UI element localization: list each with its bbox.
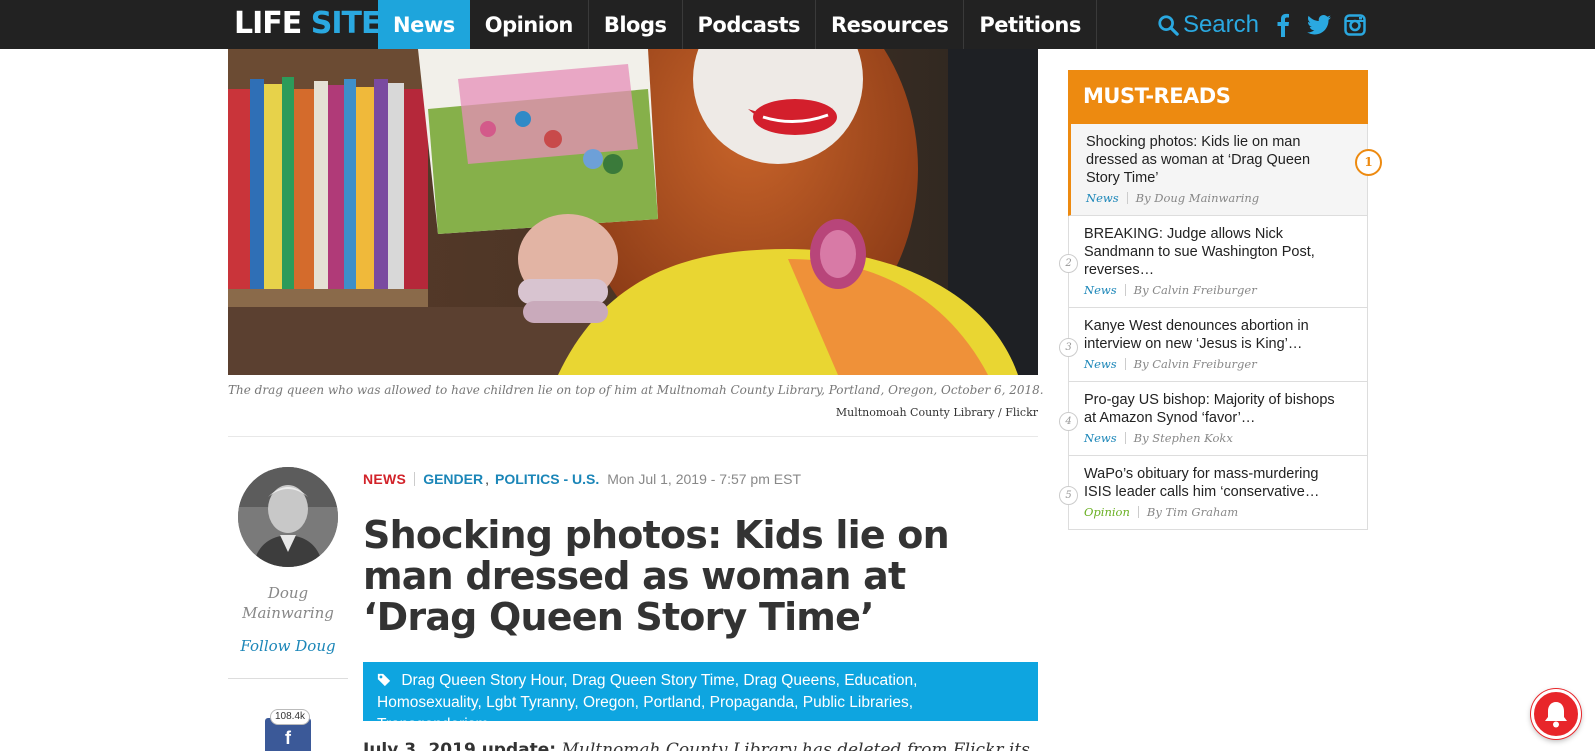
author-name[interactable]: Doug Mainwaring <box>228 583 348 623</box>
search-icon <box>1158 14 1179 36</box>
meta-separator <box>1137 506 1139 518</box>
tag-item[interactable]: Drag Queens <box>743 672 835 689</box>
category-politics[interactable]: POLITICS - U.S. <box>495 471 599 487</box>
must-read-category[interactable]: News <box>1084 357 1117 371</box>
divider <box>228 436 1038 437</box>
must-read-title: Shocking photos: Kids lie on man dressed… <box>1086 134 1311 186</box>
search-label: Search <box>1182 10 1259 38</box>
facebook-share-button[interactable]: 108.4k f <box>265 709 311 751</box>
must-read-meta: News By Stephen Kokx <box>1084 431 1353 445</box>
meta-separator <box>1124 284 1126 296</box>
must-read-category[interactable]: Opinion <box>1084 505 1130 519</box>
tag-item[interactable]: Education <box>844 672 913 689</box>
tag-item[interactable]: Propaganda <box>710 694 794 711</box>
must-read-number: 3 <box>1059 338 1078 357</box>
instagram-icon[interactable] <box>1343 12 1367 38</box>
tag-item[interactable]: Drag Queen Story Hour <box>401 672 563 689</box>
tag-item[interactable]: Oregon <box>583 694 635 711</box>
must-reads-panel: MUST-READS Shocking photos: Kids lie on … <box>1059 70 1382 530</box>
facebook-icon[interactable] <box>1271 12 1295 38</box>
update-text: Multnomah County Library has deleted fro… <box>561 740 1030 751</box>
publish-date: Mon Jul 1, 2019 - 7:57 pm EST <box>607 471 801 487</box>
tag-item[interactable]: Transgenderism <box>377 716 488 733</box>
tag-item[interactable]: Drag Queen Story Time <box>572 672 735 689</box>
must-read-title: WaPo’s obituary for mass-murdering ISIS … <box>1084 466 1320 500</box>
update-lead: July 3, 2019 update: <box>363 740 557 751</box>
author-avatar[interactable] <box>238 467 338 567</box>
must-read-meta: Opinion By Tim Graham <box>1084 505 1353 519</box>
hero-photo <box>228 49 1038 375</box>
author-last-name: Mainwaring <box>242 604 334 622</box>
must-read-title: BREAKING: Judge allows Nick Sandmann to … <box>1084 226 1315 278</box>
bell-icon <box>1545 702 1567 728</box>
meta-separator <box>1126 192 1128 204</box>
tag-item[interactable]: Public Libraries <box>803 694 909 711</box>
must-reads-heading: MUST-READS <box>1068 70 1368 124</box>
twitter-icon[interactable] <box>1307 12 1331 38</box>
must-read-category[interactable]: News <box>1084 431 1117 445</box>
must-read-author: By Stephen Kokx <box>1133 431 1233 445</box>
follow-author-link[interactable]: Follow Doug <box>228 637 348 655</box>
nav-item-resources[interactable]: Resources <box>816 0 965 49</box>
meta-separator <box>1124 432 1126 444</box>
must-read-meta: News By Calvin Freiburger <box>1084 283 1353 297</box>
nav-right: Search <box>1157 0 1367 49</box>
article-meta: NEWS GENDER , POLITICS - U.S. Mon Jul 1,… <box>363 471 801 487</box>
logo-part-1: LIFE <box>234 6 302 41</box>
tag-list: Drag Queen Story Hour, Drag Queen Story … <box>363 662 1038 733</box>
must-read-meta: News By Doug Mainwaring <box>1086 191 1353 205</box>
nav-item-blogs[interactable]: Blogs <box>589 0 683 49</box>
must-read-author: By Calvin Freiburger <box>1133 283 1257 297</box>
must-read-number: 4 <box>1059 412 1078 431</box>
logo-part-2: SITE <box>310 6 382 41</box>
meta-separator <box>414 472 416 486</box>
must-read-category[interactable]: News <box>1086 191 1119 205</box>
share-count: 108.4k <box>270 709 311 725</box>
article-title: Shocking photos: Kids lie on man dressed… <box>363 513 950 639</box>
site-logo[interactable]: LIFE SITE <box>234 6 382 41</box>
search-button[interactable]: Search <box>1157 11 1259 39</box>
notification-bell-button[interactable] <box>1531 689 1581 739</box>
must-read-item[interactable]: Shocking photos: Kids lie on man dressed… <box>1068 124 1382 216</box>
author-photo <box>238 467 338 567</box>
must-read-category[interactable]: News <box>1084 283 1117 297</box>
must-read-number: 2 <box>1059 254 1078 273</box>
category-comma: , <box>485 471 489 487</box>
must-read-title: Kanye West denounces abortion in intervi… <box>1084 318 1309 352</box>
tag-icon <box>377 673 391 687</box>
article-first-paragraph: July 3, 2019 update: Multnomah County Li… <box>363 740 1030 751</box>
must-read-number: 1 <box>1355 149 1382 176</box>
image-caption: The drag queen who was allowed to have c… <box>228 383 1044 397</box>
nav-item-opinion[interactable]: Opinion <box>470 0 589 49</box>
image-credit: Multnomoah County Library / Flickr <box>835 406 1038 419</box>
category-gender[interactable]: GENDER <box>423 471 483 487</box>
must-read-item[interactable]: Kanye West denounces abortion in intervi… <box>1059 308 1368 382</box>
nav-item-petitions[interactable]: Petitions <box>964 0 1097 49</box>
article-hero-image <box>228 49 1038 375</box>
must-read-author: By Doug Mainwaring <box>1135 191 1260 205</box>
must-read-item[interactable]: WaPo’s obituary for mass-murdering ISIS … <box>1059 456 1368 530</box>
meta-separator <box>1124 358 1126 370</box>
must-read-title: Pro-gay US bishop: Majority of bishops a… <box>1084 392 1335 426</box>
nav-menu: News Opinion Blogs Podcasts Resources Pe… <box>378 0 1097 49</box>
must-read-item[interactable]: BREAKING: Judge allows Nick Sandmann to … <box>1059 216 1368 308</box>
must-read-meta: News By Calvin Freiburger <box>1084 357 1353 371</box>
nav-item-news[interactable]: News <box>378 0 470 49</box>
must-read-author: By Calvin Freiburger <box>1133 357 1257 371</box>
must-read-number: 5 <box>1059 486 1078 505</box>
section-label[interactable]: NEWS <box>363 471 406 487</box>
tag-item[interactable]: Portland <box>643 694 701 711</box>
must-read-item[interactable]: Pro-gay US bishop: Majority of bishops a… <box>1059 382 1368 456</box>
top-nav: LIFE SITE News Opinion Blogs Podcasts Re… <box>0 0 1595 49</box>
must-read-author: By Tim Graham <box>1146 505 1239 519</box>
tag-item[interactable]: Homosexuality <box>377 694 478 711</box>
nav-item-podcasts[interactable]: Podcasts <box>683 0 817 49</box>
author-divider <box>228 678 348 679</box>
tag-item[interactable]: Lgbt Tyranny <box>486 694 574 711</box>
author-first-name: Doug <box>267 584 309 602</box>
